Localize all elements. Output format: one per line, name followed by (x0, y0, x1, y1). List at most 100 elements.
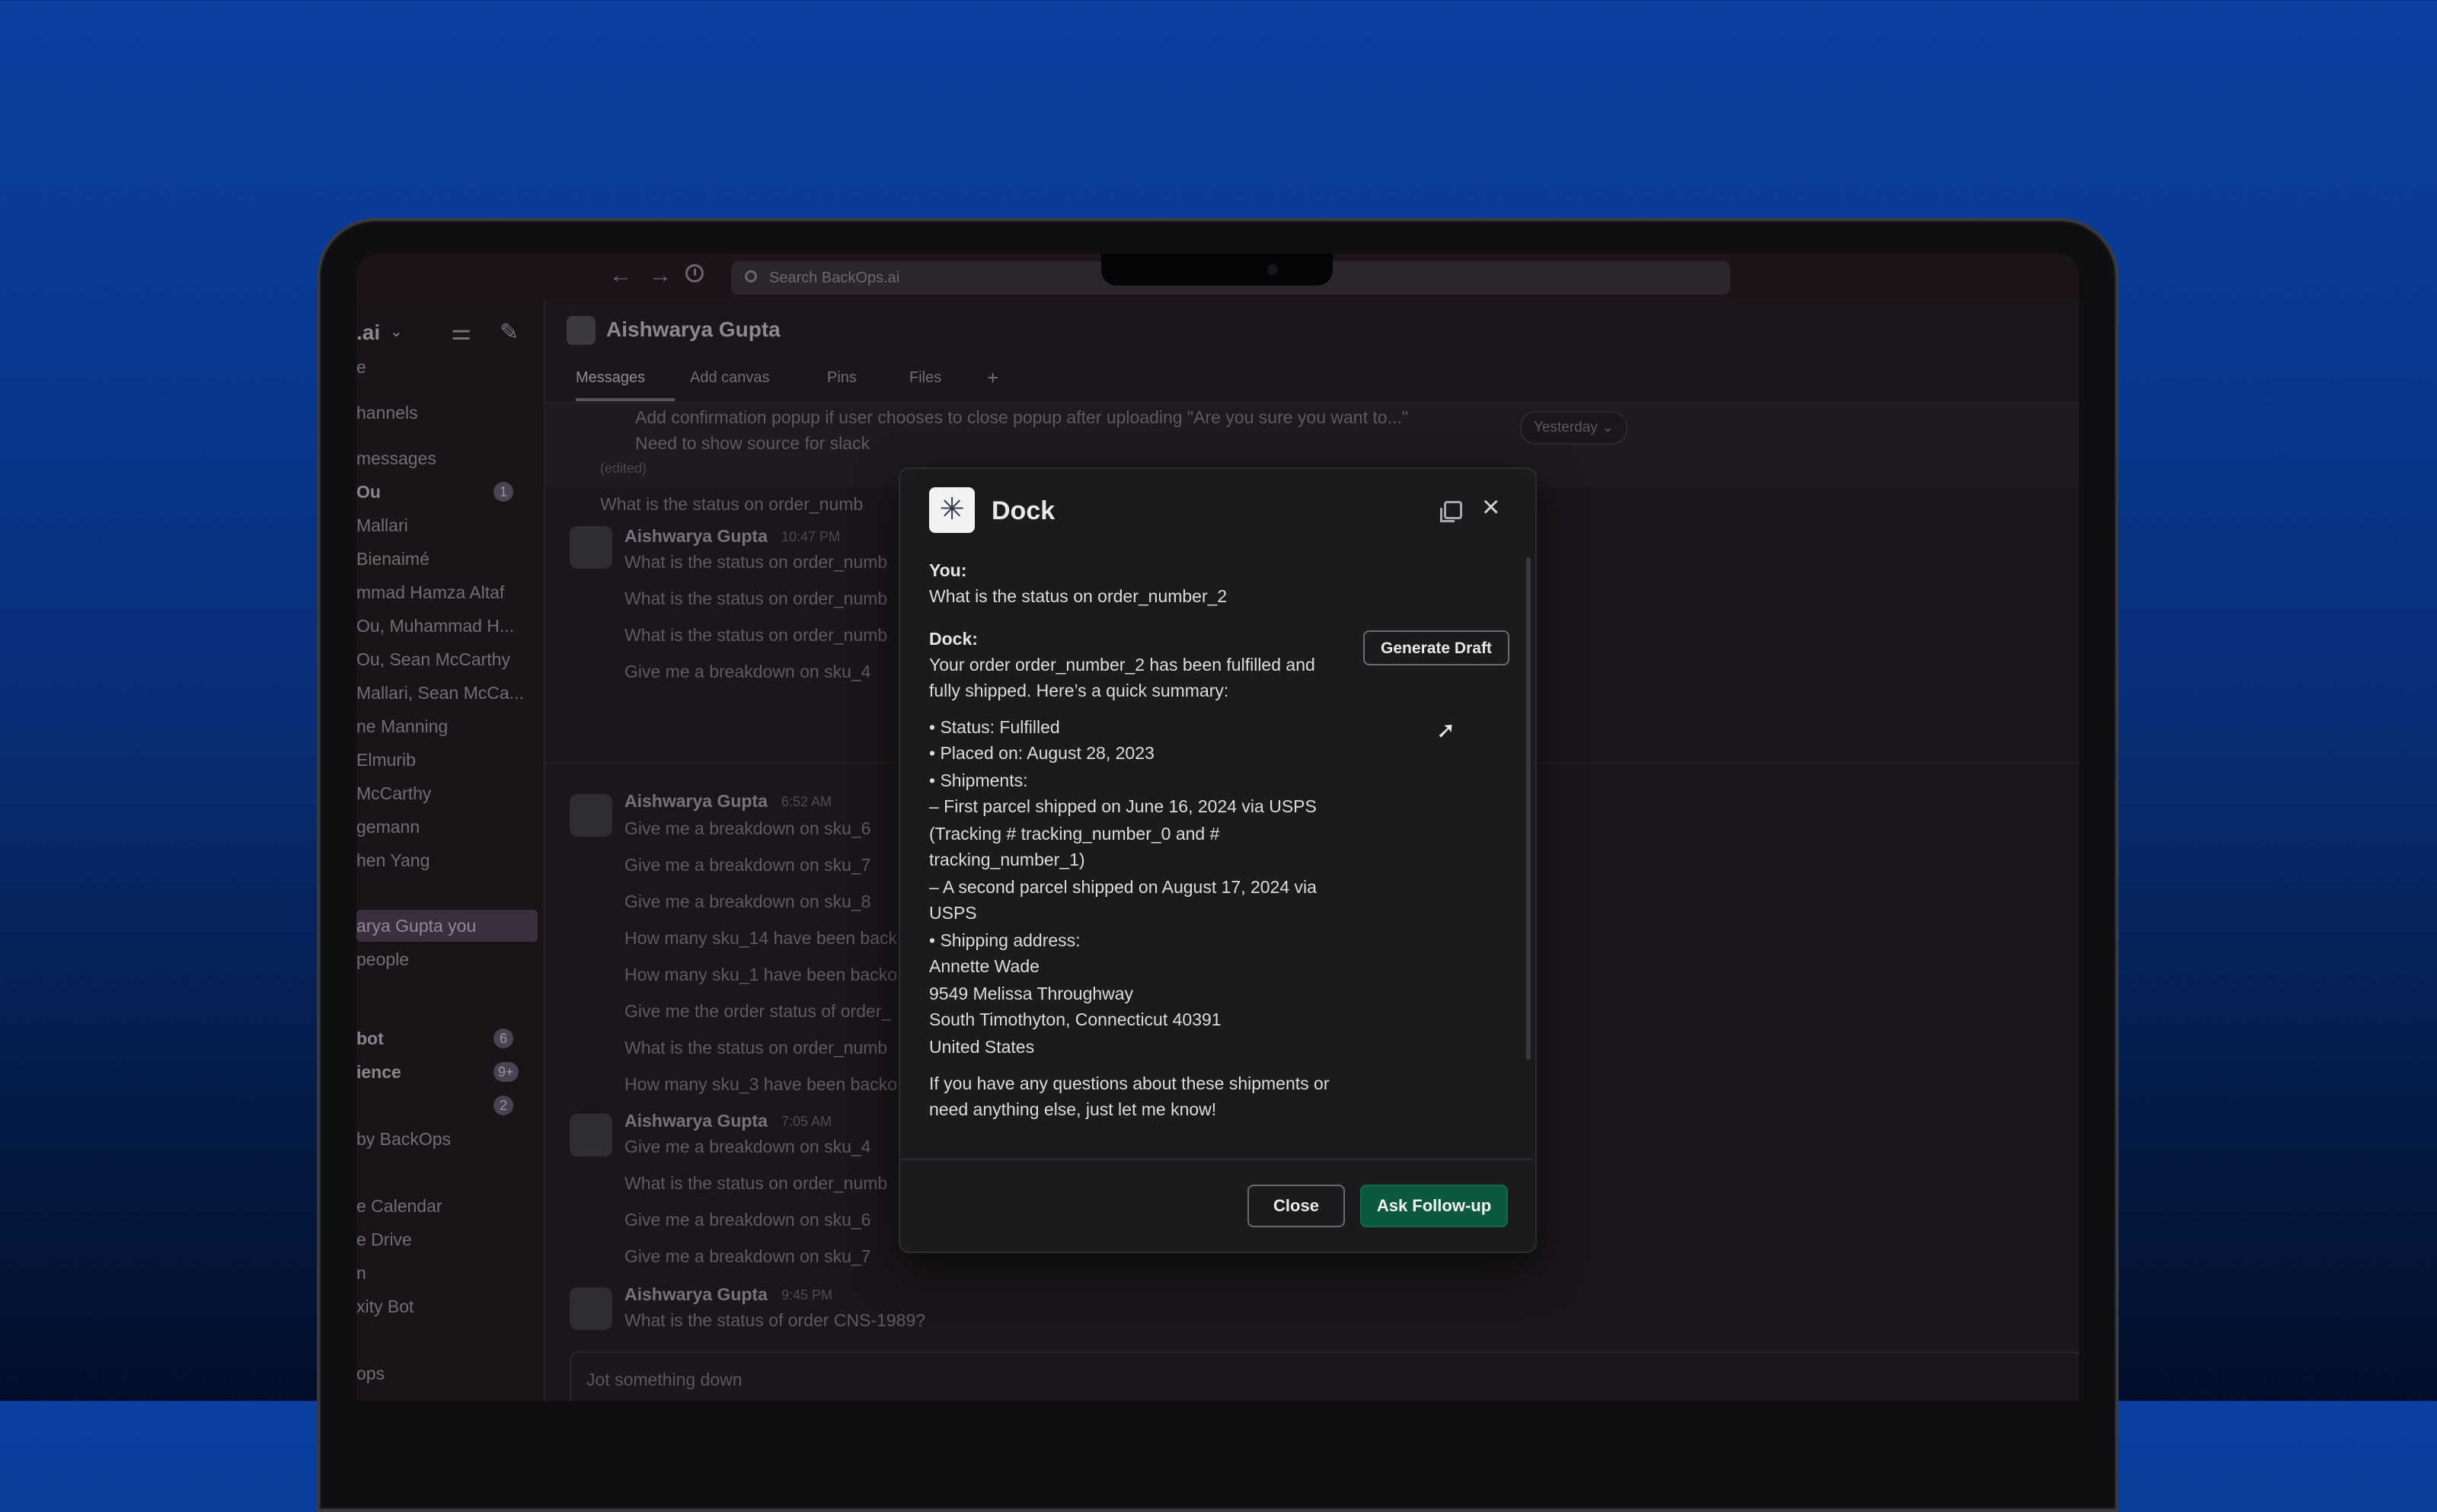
close-button[interactable]: Close (1247, 1185, 1345, 1227)
message-text: What is the status on order_numb (624, 625, 888, 645)
sidebar-item-app[interactable]: n (356, 1263, 366, 1284)
message-text: What is the status on order_numb (624, 1038, 888, 1057)
filter-icon[interactable]: ⚌ (451, 319, 471, 346)
tab-files[interactable]: Files (909, 369, 941, 387)
add-tab-button[interactable]: + (987, 366, 998, 390)
unread-badge: 2 (493, 1096, 513, 1115)
dock-modal: Dock × You: What is the status on order_… (899, 467, 1537, 1253)
answer-line: Annette Wade (929, 956, 1040, 976)
sidebar-item-dm[interactable]: McCarthy (356, 783, 431, 804)
sidebar-item-dm[interactable]: Elmurib (356, 750, 416, 770)
answer-line: • Placed on: August 28, 2023 (929, 743, 1155, 763)
avatar (570, 1287, 612, 1330)
camera-icon (1267, 264, 1278, 275)
message-author[interactable]: Aishwarya Gupta (624, 1284, 768, 1305)
search-placeholder: Search BackOps.ai (769, 270, 900, 286)
message-timestamp: 9:45 PM (781, 1287, 833, 1303)
answer-line: United States (929, 1037, 1035, 1057)
workspace-name[interactable]: .ai (356, 321, 380, 345)
sidebar-item-app[interactable]: bot (356, 1029, 384, 1049)
unread-badge: 6 (493, 1029, 513, 1048)
sidebar-item-app[interactable]: e Calendar (356, 1196, 442, 1217)
chevron-down-icon[interactable]: ⌄ (390, 322, 403, 341)
answer-line: tracking_number_1) (929, 850, 1085, 869)
message-text: Give me a breakdown on sku_6 (624, 1210, 871, 1230)
sidebar-item-dm[interactable]: Mallari (356, 515, 408, 536)
close-icon[interactable]: × (1482, 492, 1500, 522)
composer-placeholder: Jot something down (586, 1370, 743, 1389)
sidebar-item-add-people[interactable]: people (356, 949, 409, 970)
forward-arrow-icon[interactable]: → (649, 264, 672, 287)
sidebar-item-channels[interactable]: hannels (356, 403, 418, 423)
message-text: Give me a breakdown on sku_4 (624, 662, 871, 681)
message-timestamp: 10:47 PM (781, 529, 841, 544)
message-text: Add confirmation popup if user chooses t… (635, 407, 1408, 427)
mouse-cursor-icon: ➚ (1436, 718, 1456, 743)
message-text: How many sku_1 have been backo (624, 965, 897, 984)
sidebar-item-app[interactable]: ience (356, 1062, 401, 1083)
tab-add-canvas[interactable]: Add canvas (690, 369, 770, 387)
message-timestamp: 6:52 AM (781, 794, 832, 809)
sidebar-item-direct-messages[interactable]: messages (356, 448, 436, 469)
edited-label: (edited) (600, 461, 647, 476)
date-divider-chip[interactable]: Yesterday ⌄ (1520, 411, 1628, 445)
sidebar-item-dm-selected[interactable]: arya Gupta you (356, 916, 476, 936)
message-author[interactable]: Aishwarya Gupta (624, 791, 768, 812)
dock-label: Dock: (929, 629, 978, 649)
sidebar-item-dm[interactable]: Ou, Sean McCarthy (356, 649, 510, 670)
ask-follow-up-button[interactable]: Ask Follow-up (1360, 1185, 1508, 1227)
compose-icon[interactable]: ✎ (500, 319, 519, 346)
avatar (570, 794, 612, 837)
sidebar-item-app[interactable]: ops (356, 1364, 385, 1384)
message-text: Give me a breakdown on sku_7 (624, 1246, 871, 1266)
tab-messages[interactable]: Messages (576, 369, 645, 387)
sidebar-item-dm[interactable]: gemann (356, 817, 420, 837)
modal-scrollbar[interactable] (1526, 557, 1531, 1060)
sidebar-item-dm[interactable]: Mallari, Sean McCa... (356, 683, 524, 703)
message-text: How many sku_3 have been backo (624, 1074, 897, 1094)
answer-line: • Status: Fulfilled (929, 717, 1060, 737)
answer-line: USPS (929, 903, 977, 923)
sidebar-item[interactable]: e (356, 357, 366, 378)
message-text: Give me a breakdown on sku_8 (624, 892, 871, 911)
sidebar-item-app[interactable]: e Drive (356, 1230, 412, 1250)
answer-line: – A second parcel shipped on August 17, … (929, 877, 1317, 897)
message-text: How many sku_14 have been back (624, 928, 897, 948)
sidebar-item-dm[interactable]: Ou (356, 482, 381, 502)
back-arrow-icon[interactable]: ← (609, 264, 632, 287)
sidebar-item-dm[interactable]: hen Yang (356, 850, 430, 871)
answer-line: need anything else, just let me know! (929, 1099, 1217, 1119)
avatar (570, 1114, 612, 1156)
active-tab-indicator (576, 398, 675, 401)
message-text: What is the status of order CNS-1989? (624, 1310, 926, 1330)
sidebar-item-app[interactable]: by BackOps (356, 1129, 451, 1150)
message-text: What is the status on order_numb (624, 552, 888, 572)
search-icon (745, 270, 757, 282)
message-text: What is the status on order_numb (624, 589, 888, 608)
answer-line: • Shipping address: (929, 930, 1081, 950)
message-author[interactable]: Aishwarya Gupta (624, 1111, 768, 1131)
answer-line: 9549 Melissa Throughway (929, 984, 1134, 1003)
generate-draft-button[interactable]: Generate Draft (1363, 630, 1509, 665)
channel-title[interactable]: Aishwarya Gupta (606, 317, 781, 342)
modal-title: Dock (992, 496, 1056, 525)
popout-icon[interactable] (1440, 501, 1462, 522)
message-text: Need to show source for slack (635, 433, 870, 453)
answer-line: (Tracking # tracking_number_0 and # (929, 824, 1220, 844)
message-text: Give me a breakdown on sku_4 (624, 1137, 871, 1156)
sidebar-item-dm[interactable]: mmad Hamza Altaf (356, 582, 504, 603)
answer-line: – First parcel shipped on June 16, 2024 … (929, 796, 1317, 816)
message-author[interactable]: Aishwarya Gupta (624, 526, 768, 547)
answer-line: fully shipped. Here’s a quick summary: (929, 681, 1229, 700)
you-label: You: (929, 560, 967, 580)
dock-logo-icon (929, 487, 975, 533)
history-icon[interactable] (685, 264, 704, 282)
message-text: What is the status on order_numb (624, 1173, 888, 1193)
tab-pins[interactable]: Pins (827, 369, 857, 387)
message-text: Give me a breakdown on sku_6 (624, 818, 871, 838)
sidebar-item-dm[interactable]: Bienaimé (356, 549, 430, 569)
sidebar-item-dm[interactable]: Ou, Muhammad H... (356, 616, 514, 636)
sidebar-item-dm[interactable]: ne Manning (356, 716, 448, 737)
sidebar-item-app[interactable]: xity Bot (356, 1297, 414, 1317)
message-composer[interactable]: Jot something down (570, 1351, 2079, 1401)
